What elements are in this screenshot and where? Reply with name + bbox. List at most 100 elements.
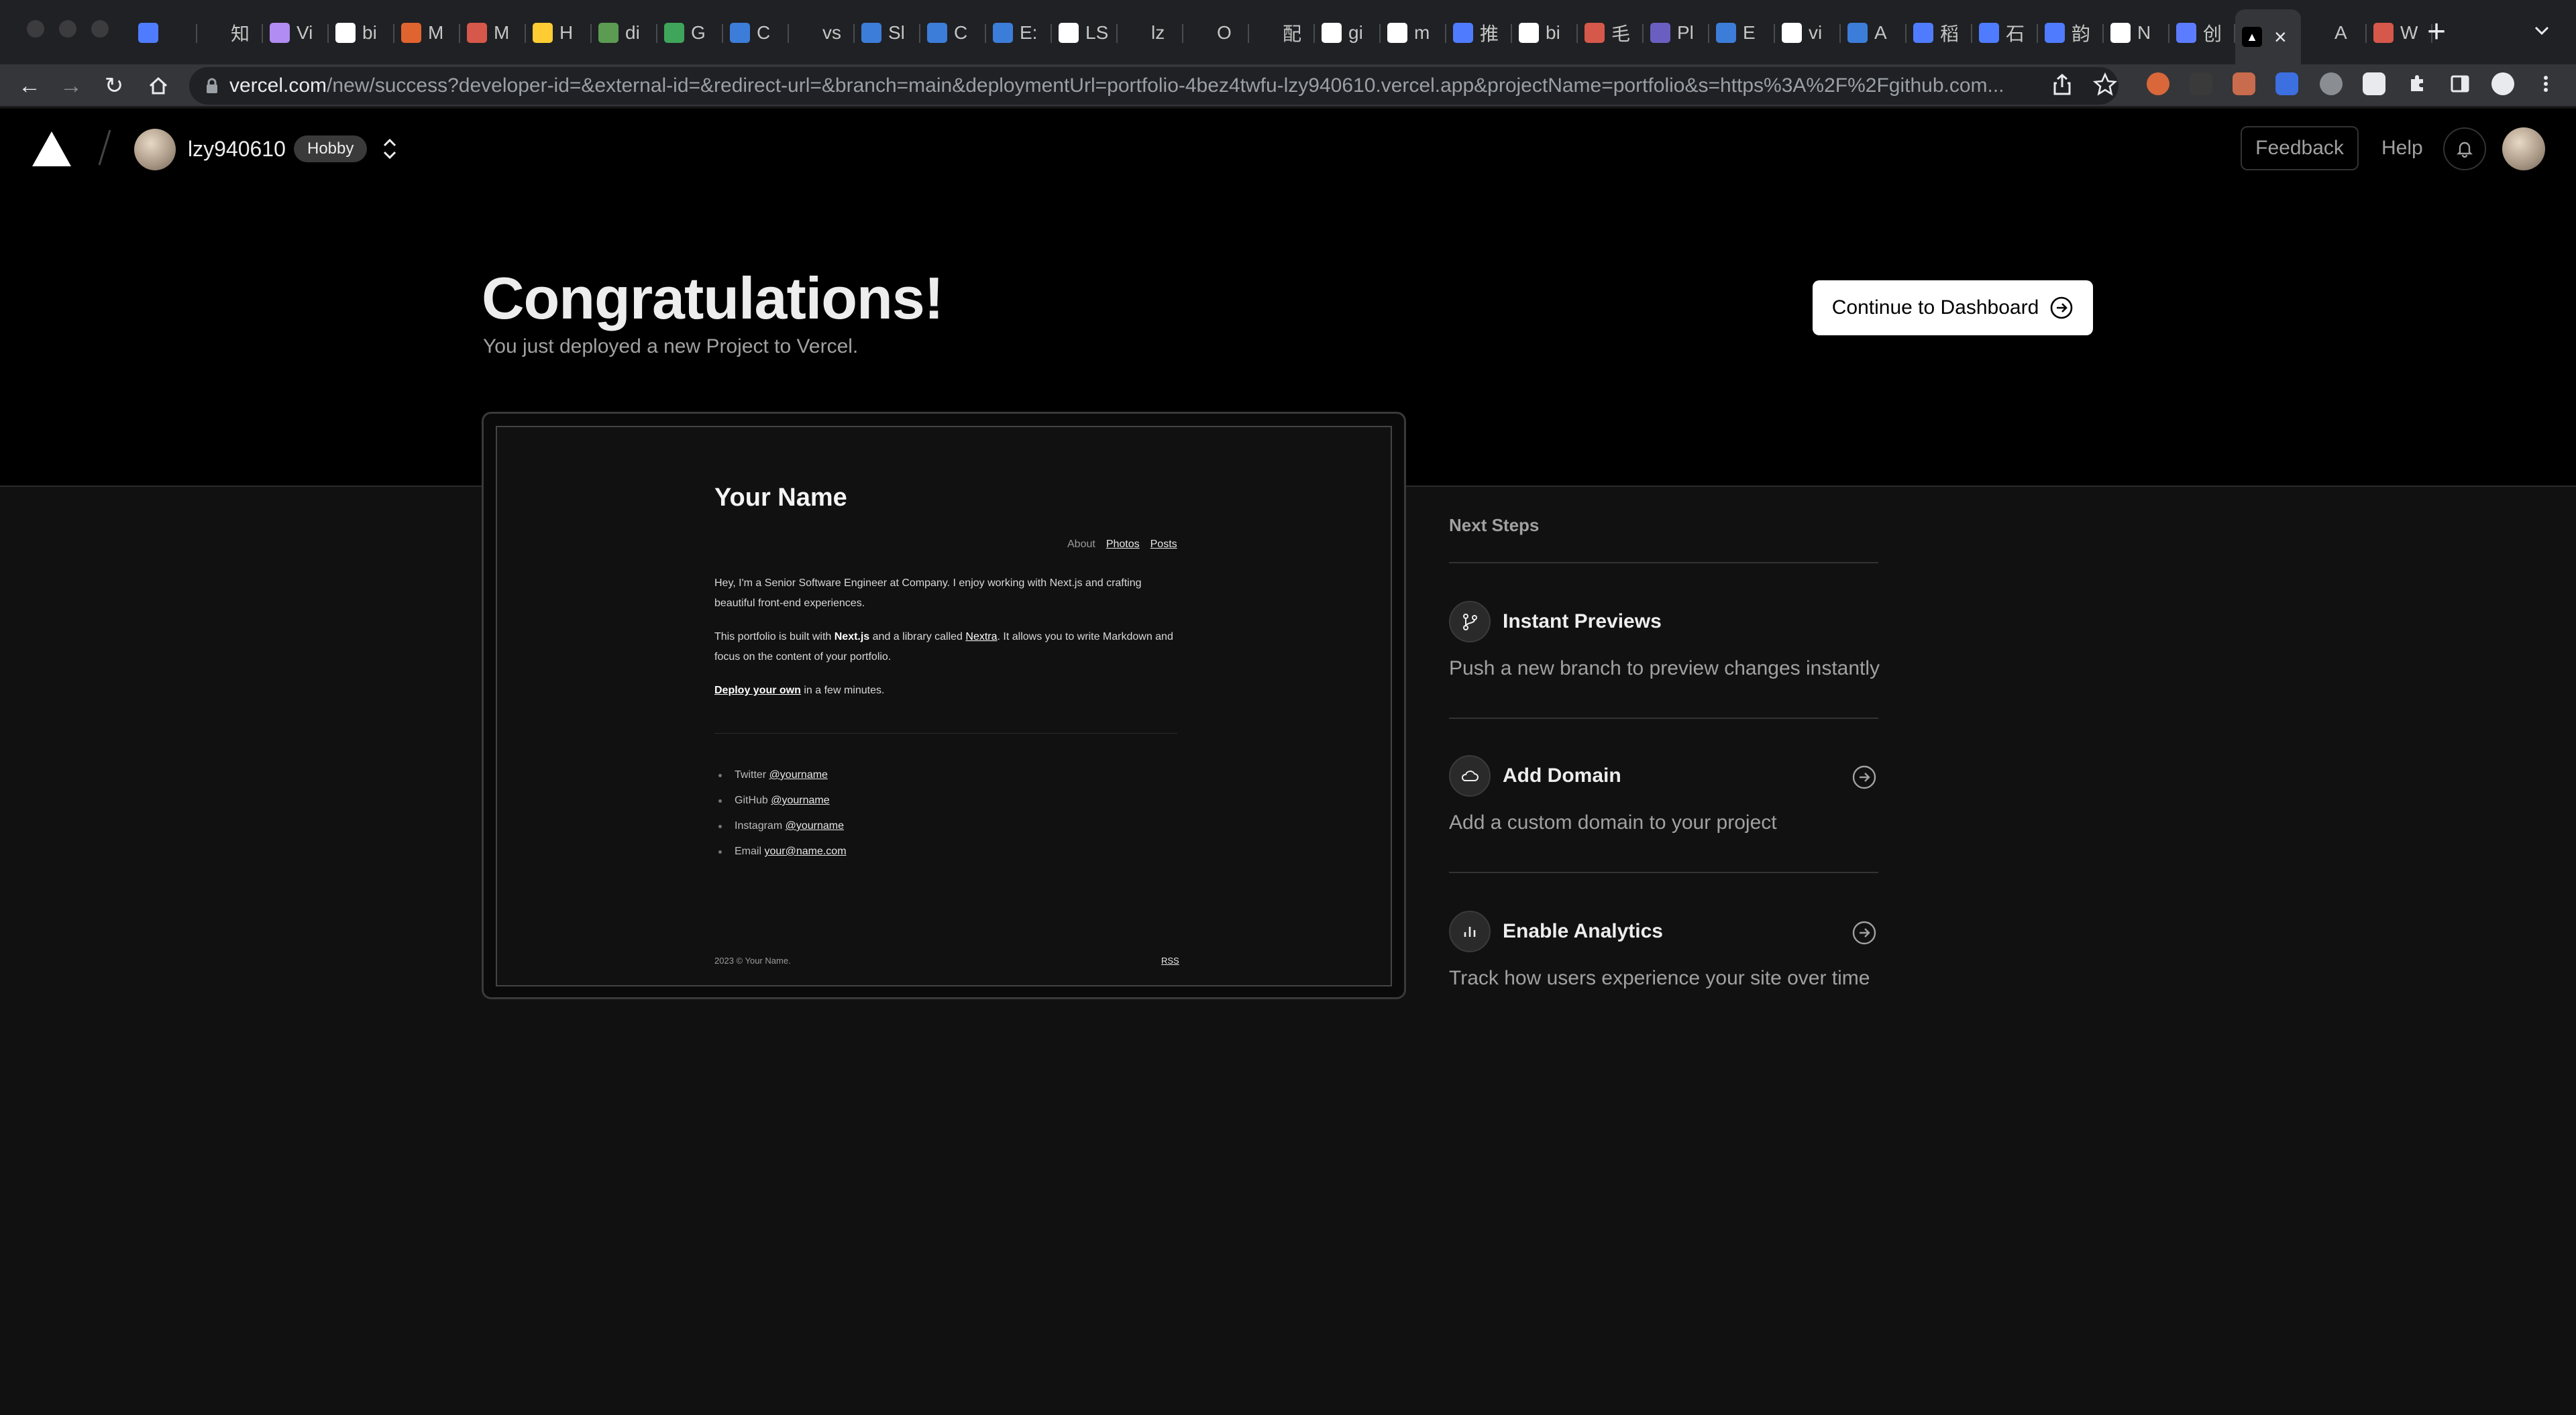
tab-title: 配 [1283, 23, 1302, 44]
browser-tab[interactable]: Sl [855, 9, 920, 56]
forward-icon[interactable]: → [56, 71, 86, 101]
tab-title: lz [1151, 22, 1165, 43]
browser-tab[interactable]: di [592, 9, 657, 56]
browser-tab[interactable]: 韵 [2038, 9, 2104, 56]
tab-search-icon[interactable] [2533, 21, 2551, 39]
preview-screenshot: Your Name About Photos Posts Hey, I'm a … [496, 426, 1392, 986]
step-icon-wrap [1449, 911, 1491, 952]
back-icon[interactable]: ← [15, 71, 44, 101]
tab-favicon-icon [138, 23, 158, 43]
tab-favicon-icon: ▲ [2242, 27, 2262, 47]
browser-tab[interactable]: 稻 [1907, 9, 1972, 56]
browser-toolbar: ← → ↻ vercel.com/new/success?developer-i… [0, 64, 2576, 107]
tab-title: W [2400, 22, 2418, 43]
browser-tab[interactable]: 毛 [1578, 9, 1644, 56]
browser-tab[interactable]: lz [1118, 9, 1183, 56]
browser-tab[interactable]: C [920, 9, 986, 56]
browser-tab[interactable]: G [657, 9, 723, 56]
browser-tab[interactable]: Vi [263, 9, 329, 56]
team-name[interactable]: lzy940610 [188, 137, 286, 162]
home-icon[interactable] [144, 71, 173, 101]
step-heading-instant-previews[interactable]: Instant Previews [1503, 610, 1662, 633]
browser-tab[interactable]: 配 [1249, 9, 1315, 56]
tab-favicon-icon [1453, 23, 1473, 43]
browser-tab[interactable]: H [526, 9, 592, 56]
tab-favicon-icon [2045, 23, 2065, 43]
preview-about-text: This portfolio is built with Next.js and… [714, 627, 1184, 667]
preview-social-label: Twitter [735, 769, 769, 781]
side-panel-icon[interactable] [2449, 72, 2471, 95]
tab-title: E [1743, 22, 1756, 43]
browser-tab[interactable]: 知 [197, 9, 263, 56]
user-avatar[interactable] [2502, 127, 2545, 170]
zoom-window-button[interactable] [91, 20, 109, 38]
step-heading-add-domain[interactable]: Add Domain [1503, 765, 1621, 787]
team-avatar[interactable] [134, 129, 176, 170]
browser-tab[interactable]: C [723, 9, 789, 56]
minimize-window-button[interactable] [59, 20, 76, 38]
browser-tab[interactable]: vi [1775, 9, 1841, 56]
extension-icon[interactable] [2233, 72, 2255, 95]
browser-tab[interactable]: m [1381, 9, 1446, 56]
new-tab-button[interactable]: + [2427, 13, 2446, 50]
browser-tab[interactable]: E [1709, 9, 1775, 56]
translate-extension-icon[interactable] [2275, 72, 2298, 95]
preview-rss-link: RSS [1161, 956, 1179, 966]
browser-tab[interactable]: vs [789, 9, 855, 56]
share-icon[interactable] [2049, 71, 2076, 98]
browser-tab[interactable]: Pl [1644, 9, 1709, 56]
browser-menu-icon[interactable] [2534, 72, 2557, 95]
arrow-right-circle-icon[interactable] [1851, 765, 1877, 790]
deployment-preview[interactable]: Your Name About Photos Posts Hey, I'm a … [482, 412, 1406, 999]
tab-title: bi [362, 22, 377, 43]
window-controls[interactable] [27, 20, 109, 38]
notifications-button[interactable] [2443, 127, 2486, 170]
browser-tab[interactable]: O [1183, 9, 1249, 56]
tab-favicon-icon [1782, 23, 1802, 43]
preview-site-title: Your Name [714, 484, 847, 512]
tab-title: LS [1085, 22, 1109, 43]
team-switcher-icon[interactable] [380, 135, 400, 162]
browser-tab[interactable]: M [394, 9, 460, 56]
extensions-puzzle-icon[interactable] [2406, 72, 2428, 95]
tab-favicon-icon [1322, 23, 1342, 43]
extension-icon[interactable] [2147, 72, 2169, 95]
browser-tab[interactable]: LS [1052, 9, 1118, 56]
arrow-right-circle-icon[interactable] [1851, 920, 1877, 946]
browser-tab[interactable]: A [1841, 9, 1907, 56]
tab-favicon-icon [467, 23, 487, 43]
extension-icon[interactable] [2363, 72, 2385, 95]
browser-tab[interactable]: N [2104, 9, 2169, 56]
tab-favicon-icon [1979, 23, 1999, 43]
browser-tab[interactable]: W [2367, 9, 2432, 56]
browser-tab[interactable]: 创 [2169, 9, 2235, 56]
browser-tab[interactable]: E: [986, 9, 1052, 56]
reload-icon[interactable]: ↻ [99, 71, 129, 101]
browser-tab[interactable]: 推 [1446, 9, 1512, 56]
browser-tab[interactable] [131, 9, 197, 56]
browser-tab[interactable]: ▲ × [2235, 9, 2301, 64]
url-host: vercel.com [229, 74, 327, 97]
browser-tab[interactable]: bi [1512, 9, 1578, 56]
browser-tab[interactable]: A [2301, 9, 2367, 56]
tab-favicon-icon [1650, 23, 1670, 43]
bookmark-star-icon[interactable] [2092, 71, 2118, 98]
browser-tab[interactable]: M [460, 9, 526, 56]
help-link[interactable]: Help [2381, 137, 2423, 160]
address-bar[interactable]: vercel.com/new/success?developer-id=&ext… [189, 67, 2118, 105]
preview-social-list: Twitter @yourname GitHub @yourname Insta… [714, 762, 847, 864]
extension-icon[interactable] [2320, 72, 2343, 95]
profile-avatar[interactable] [2491, 72, 2514, 95]
preview-intro: Hey, I'm a Senior Software Engineer at C… [714, 577, 1142, 609]
feedback-button[interactable]: Feedback [2241, 126, 2359, 170]
vercel-logo-icon[interactable] [32, 131, 71, 166]
continue-to-dashboard-button[interactable]: Continue to Dashboard [1813, 280, 2093, 335]
browser-tab[interactable]: gi [1315, 9, 1381, 56]
browser-tab[interactable]: bi [329, 9, 394, 56]
extension-icon[interactable] [2190, 72, 2212, 95]
tab-favicon-icon [1913, 23, 1933, 43]
close-window-button[interactable] [27, 20, 44, 38]
close-tab-icon[interactable]: × [2274, 25, 2287, 50]
step-heading-enable-analytics[interactable]: Enable Analytics [1503, 920, 1663, 943]
browser-tab[interactable]: 石 [1972, 9, 2038, 56]
